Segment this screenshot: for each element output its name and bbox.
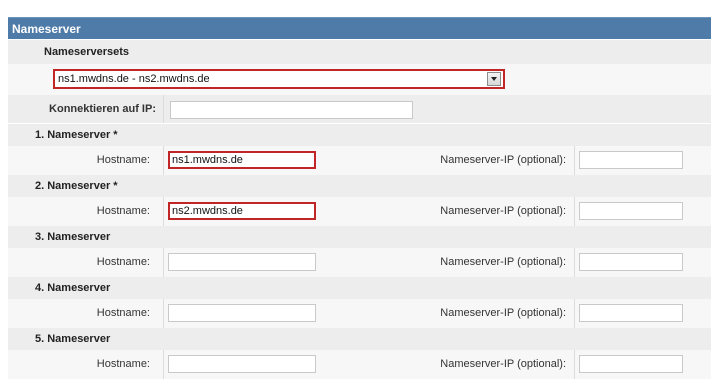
hostname-input[interactable] bbox=[168, 202, 316, 220]
panel-header: Nameserver bbox=[8, 17, 711, 39]
nameserver-section-title: 4. Nameserver bbox=[8, 277, 711, 299]
column-divider bbox=[574, 350, 575, 379]
connect-ip-input[interactable] bbox=[170, 101, 413, 119]
nameserver-ip-input[interactable] bbox=[579, 253, 683, 271]
hostname-input[interactable] bbox=[168, 355, 316, 373]
column-divider bbox=[574, 299, 575, 328]
column-divider bbox=[163, 146, 164, 175]
nameserver-panel: Nameserver Nameserversets ns1.mwdns.de -… bbox=[8, 0, 711, 385]
nameserver-ip-label: Nameserver-IP (optional): bbox=[440, 256, 566, 268]
nameserver-ip-label: Nameserver-IP (optional): bbox=[440, 307, 566, 319]
nameserver-ip-input[interactable] bbox=[579, 355, 683, 373]
nameserver-ip-input[interactable] bbox=[579, 151, 683, 169]
column-divider bbox=[163, 299, 164, 328]
column-divider bbox=[163, 350, 164, 379]
nameserver-ip-input[interactable] bbox=[579, 304, 683, 322]
nameserver-ip-label: Nameserver-IP (optional): bbox=[440, 205, 566, 217]
nameserversets-label: Nameserversets bbox=[8, 40, 711, 64]
column-divider bbox=[163, 248, 164, 277]
column-divider bbox=[163, 197, 164, 226]
nameserver-ip-label: Nameserver-IP (optional): bbox=[440, 358, 566, 370]
nameserver-ip-label: Nameserver-IP (optional): bbox=[440, 154, 566, 166]
hostname-label: Hostname: bbox=[96, 256, 150, 268]
hostname-input[interactable] bbox=[168, 304, 316, 322]
nameserver-section-title: 5. Nameserver bbox=[8, 328, 711, 350]
nameserver-section-title: 2. Nameserver * bbox=[8, 175, 711, 197]
column-divider bbox=[574, 197, 575, 226]
nameserverset-selected-value: ns1.mwdns.de - ns2.mwdns.de bbox=[58, 73, 210, 85]
hostname-input[interactable] bbox=[168, 253, 316, 271]
nameserver-section-title: 1. Nameserver * bbox=[8, 124, 711, 146]
column-divider bbox=[574, 248, 575, 277]
hostname-input[interactable] bbox=[168, 151, 316, 169]
connect-ip-label: Konnektieren auf IP: bbox=[49, 103, 156, 115]
column-divider bbox=[163, 95, 164, 123]
nameserver-section-title: 3. Nameserver bbox=[8, 226, 711, 248]
hostname-label: Hostname: bbox=[96, 358, 150, 370]
nameserverset-select[interactable]: ns1.mwdns.de - ns2.mwdns.de bbox=[53, 69, 505, 89]
hostname-label: Hostname: bbox=[96, 205, 150, 217]
hostname-label: Hostname: bbox=[96, 154, 150, 166]
nameserver-ip-input[interactable] bbox=[579, 202, 683, 220]
column-divider bbox=[574, 146, 575, 175]
chevron-down-icon[interactable] bbox=[487, 72, 501, 86]
hostname-label: Hostname: bbox=[96, 307, 150, 319]
